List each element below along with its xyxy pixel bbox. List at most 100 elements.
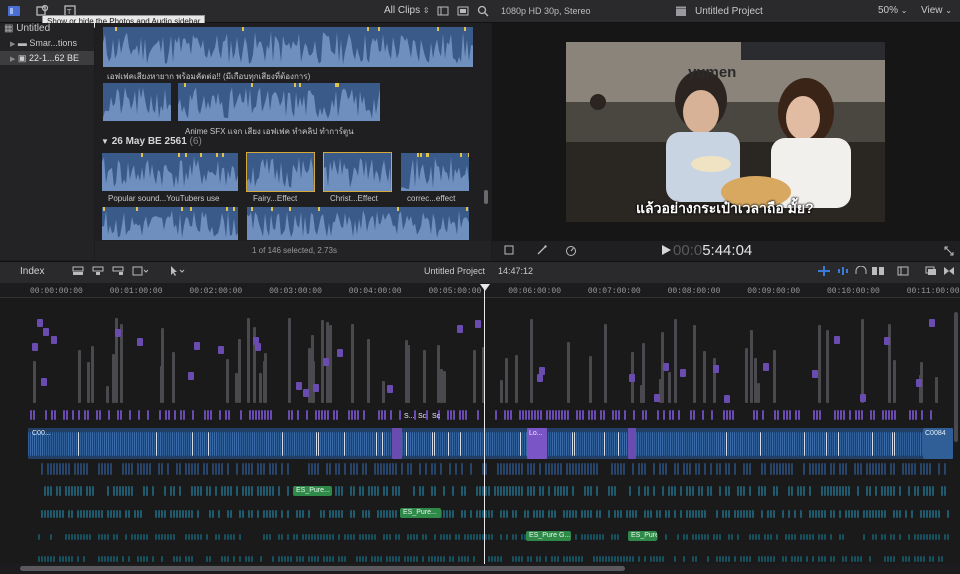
- timeline-horizontal-scrollbar[interactable]: [20, 566, 625, 571]
- library-item-smart-collections[interactable]: ▶ ▬ Smar...tions: [10, 38, 77, 48]
- audio-clip-segment: [857, 556, 859, 562]
- audio-clip-segment: [197, 510, 199, 518]
- video-clip-segment: [404, 432, 405, 456]
- audio-clip-segment: [539, 486, 541, 496]
- clip-thumbnail[interactable]: [247, 207, 469, 240]
- audio-clip-segment: [599, 534, 601, 540]
- title-clip: [475, 320, 481, 328]
- audio-clip-segment: [794, 510, 796, 518]
- headphones-icon[interactable]: [854, 264, 868, 278]
- title-clip: [390, 410, 392, 420]
- view-dropdown[interactable]: View ⌄: [921, 5, 952, 16]
- audio-clip[interactable]: ES_Pure...: [400, 508, 441, 518]
- audio-clip-segment: [734, 463, 736, 475]
- snapping-icon[interactable]: [870, 264, 886, 278]
- audio-skimming-icon[interactable]: [836, 264, 852, 278]
- title-clip: [552, 410, 554, 420]
- video-clip-segment: [488, 432, 489, 456]
- timeline-vertical-scrollbar[interactable]: [954, 312, 958, 442]
- title-clip: [702, 410, 704, 420]
- audio-clip-segment: [380, 556, 382, 562]
- library-item-event[interactable]: ▶ ▣ 22-1...62 BE: [10, 53, 79, 64]
- audio-clip-segment: [146, 486, 148, 496]
- audio-clip[interactable]: ES_Pure...: [628, 531, 657, 541]
- connect-clip-icon[interactable]: [70, 264, 86, 278]
- playhead[interactable]: [484, 284, 485, 564]
- video-clip-segment: [462, 432, 463, 456]
- audio-clip-segment: [107, 534, 109, 540]
- video-clip-segment: [828, 432, 829, 456]
- audio-clip-segment: [299, 510, 301, 518]
- search-icon[interactable]: [476, 4, 490, 18]
- skimming-icon[interactable]: [816, 264, 832, 278]
- libraries-sidebar-icon[interactable]: [6, 3, 22, 19]
- audio-clip-segment: [557, 463, 559, 475]
- audio-clip-segment: [683, 556, 685, 562]
- clip-thumbnail[interactable]: [401, 153, 469, 191]
- audio-clip-segment: [311, 534, 313, 540]
- audio-clip-segment: [842, 463, 844, 475]
- audio-clip-segment: [617, 556, 619, 562]
- retime-speed-icon[interactable]: [562, 243, 580, 257]
- transform-icon[interactable]: [500, 243, 518, 257]
- connected-clip: [238, 339, 241, 403]
- audio-clip-segment: [941, 486, 943, 496]
- enhance-wand-icon[interactable]: [533, 243, 551, 257]
- event-group-header[interactable]: ▼ 26 May BE 2561 (6): [101, 136, 202, 147]
- audio-clip-segment: [98, 556, 100, 562]
- library-root[interactable]: ▦ Untitled: [4, 23, 50, 34]
- audio-clip-segment: [362, 534, 364, 540]
- transitions-browser-icon[interactable]: [942, 264, 956, 278]
- clip-thumbnail[interactable]: [178, 83, 380, 121]
- audio-clip[interactable]: ES_Pure G...: [526, 531, 571, 541]
- clip-label: Lo...: [529, 430, 543, 437]
- clip-thumbnail[interactable]: [323, 152, 392, 192]
- video-clip-segment: [472, 432, 473, 456]
- audio-clip-segment: [371, 486, 373, 496]
- zoom-dropdown[interactable]: 50% ⌄: [878, 5, 908, 16]
- title-clip: [915, 410, 917, 420]
- play-icon[interactable]: [660, 244, 672, 256]
- audio-clip-segment: [182, 510, 184, 518]
- clip-thumbnail[interactable]: [103, 27, 473, 67]
- audio-clip-segment: [761, 556, 763, 562]
- audio-clip-segment: [161, 534, 163, 540]
- clip-thumbnail[interactable]: [103, 83, 171, 121]
- video-clip-segment: [620, 432, 621, 456]
- browser-scrollbar[interactable]: [484, 190, 488, 204]
- clip-thumbnail[interactable]: [102, 207, 238, 240]
- clip-appearance-icon[interactable]: [896, 264, 910, 278]
- audio-clip-segment: [698, 463, 700, 475]
- timeline-clips[interactable]: [0, 298, 960, 564]
- insert-clip-icon[interactable]: [90, 264, 106, 278]
- audio-clip-segment: [803, 463, 805, 475]
- append-clip-icon[interactable]: [110, 264, 126, 278]
- audio-clip-segment: [512, 510, 514, 518]
- filmstrip-icon[interactable]: [456, 4, 470, 18]
- peak-marker: [178, 153, 180, 157]
- audio-clip-segment: [743, 463, 745, 475]
- overwrite-clip-icon[interactable]: [130, 264, 150, 278]
- audio-clip-segment: [59, 463, 61, 475]
- video-clip-segment: [720, 432, 721, 456]
- clip-filter-dropdown[interactable]: All Clips ⇳: [384, 5, 430, 16]
- clip-appearance-icon[interactable]: [436, 4, 450, 18]
- playhead-handle[interactable]: [480, 284, 490, 291]
- video-clip-segment: [318, 432, 319, 456]
- audio-clip[interactable]: ES_Pure...: [293, 486, 332, 496]
- video-clip-segment: [900, 432, 901, 456]
- clip-thumbnail[interactable]: [246, 152, 315, 192]
- clip-thumbnail[interactable]: [102, 153, 238, 191]
- viewer-timecode[interactable]: 00:05:44:04: [673, 242, 752, 259]
- fullscreen-icon[interactable]: [942, 244, 956, 258]
- index-button[interactable]: Index: [20, 266, 44, 277]
- video-clip-segment: [174, 432, 175, 456]
- video-clip-segment: [252, 432, 253, 456]
- title-clip: [591, 410, 593, 420]
- select-tool-icon[interactable]: [166, 264, 188, 278]
- effects-browser-icon[interactable]: [924, 264, 938, 278]
- audio-clip-segment: [86, 486, 88, 496]
- peak-marker: [141, 153, 143, 157]
- title-clip: [54, 410, 56, 420]
- video-clip-segment: [560, 432, 561, 456]
